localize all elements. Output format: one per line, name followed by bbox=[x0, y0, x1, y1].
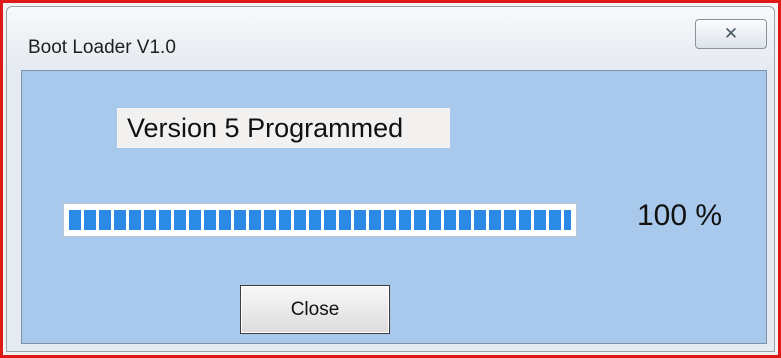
dialog-content: Version 5 Programmed 100 % Close bbox=[21, 70, 767, 344]
progress-fill bbox=[69, 210, 571, 230]
screenshot-frame: Boot Loader V1.0 ✕ Version 5 Programmed … bbox=[0, 0, 781, 358]
close-button[interactable]: Close bbox=[240, 285, 390, 334]
dialog-window: Boot Loader V1.0 ✕ Version 5 Programmed … bbox=[6, 6, 775, 352]
progress-percent-label: 100 % bbox=[637, 199, 723, 232]
window-title: Boot Loader V1.0 bbox=[28, 37, 176, 58]
close-window-button[interactable]: ✕ bbox=[695, 19, 767, 49]
status-message: Version 5 Programmed bbox=[117, 108, 450, 148]
close-icon: ✕ bbox=[723, 24, 739, 44]
progress-bar bbox=[63, 203, 577, 237]
title-bar[interactable]: Boot Loader V1.0 ✕ bbox=[7, 7, 774, 69]
